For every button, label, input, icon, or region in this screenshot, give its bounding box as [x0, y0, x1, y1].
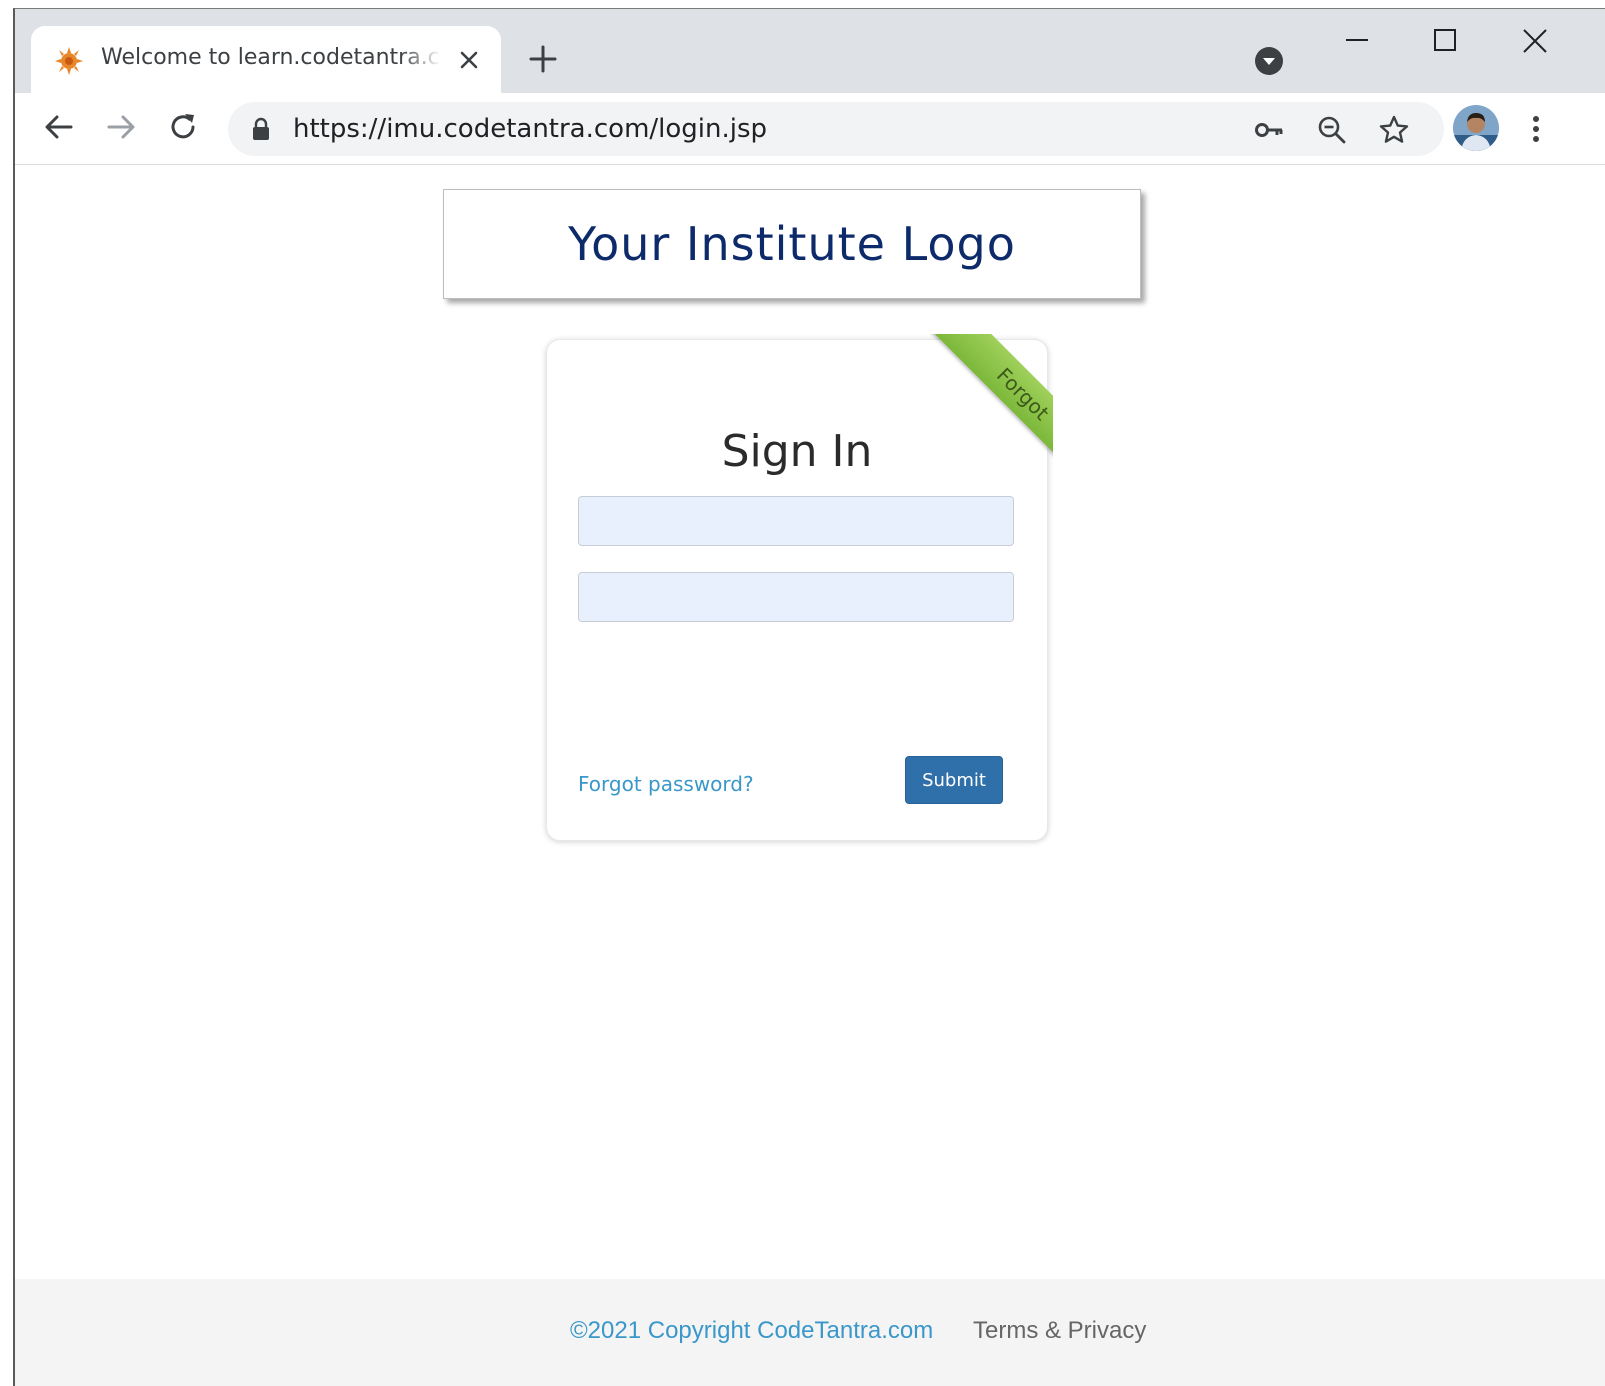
new-tab-plus-icon[interactable]	[525, 41, 561, 77]
tab-title: Welcome to learn.codetantra.com	[101, 45, 441, 70]
avatar-photo-icon	[1453, 105, 1499, 151]
tab-search-chevron-icon[interactable]	[1253, 45, 1285, 77]
window-close-icon[interactable]	[1515, 25, 1555, 65]
profile-avatar[interactable]	[1453, 105, 1499, 151]
forgot-password-link[interactable]: Forgot password?	[578, 772, 754, 796]
browser-window: Welcome to learn.codetantra.com https://…	[13, 8, 1605, 1386]
sign-in-heading: Sign In	[721, 426, 873, 477]
forward-arrow-icon[interactable]	[103, 109, 139, 145]
institute-logo-text: Your Institute Logo	[568, 217, 1016, 271]
back-arrow-icon[interactable]	[41, 109, 77, 145]
url-text[interactable]: https://imu.codetantra.com/login.jsp	[293, 113, 767, 145]
copyright-link[interactable]: ©2021 Copyright CodeTantra.com	[570, 1317, 933, 1345]
maximize-icon[interactable]	[1425, 25, 1465, 65]
reload-icon[interactable]	[165, 109, 201, 145]
zoom-out-icon[interactable]	[1316, 114, 1348, 146]
institute-logo-banner: Your Institute Logo	[443, 189, 1141, 299]
address-bar[interactable]: https://imu.codetantra.com/login.jsp	[228, 102, 1444, 156]
username-input[interactable]	[578, 496, 1014, 546]
tab-active[interactable]: Welcome to learn.codetantra.com	[31, 26, 501, 93]
browser-toolbar: https://imu.codetantra.com/login.jsp	[15, 93, 1605, 165]
minimize-icon[interactable]	[1337, 25, 1377, 65]
tab-close-icon[interactable]	[455, 46, 483, 74]
terms-privacy-link[interactable]: Terms & Privacy	[973, 1317, 1146, 1345]
codetantra-favicon-icon	[55, 47, 83, 75]
kebab-menu-icon[interactable]	[1521, 109, 1551, 149]
lock-icon[interactable]	[250, 117, 272, 141]
login-card: Forgot Sign In Forgot password? Submit	[546, 334, 1053, 841]
page-footer: ©2021 Copyright CodeTantra.com Terms & P…	[15, 1279, 1605, 1386]
tab-strip: Welcome to learn.codetantra.com	[15, 9, 1605, 93]
bookmark-star-icon[interactable]	[1378, 114, 1410, 146]
submit-button[interactable]: Submit	[905, 756, 1003, 804]
page-content: Your Institute Logo Forgot Sign In Forgo…	[15, 165, 1605, 1386]
key-icon[interactable]	[1253, 114, 1285, 146]
password-input[interactable]	[578, 572, 1014, 622]
